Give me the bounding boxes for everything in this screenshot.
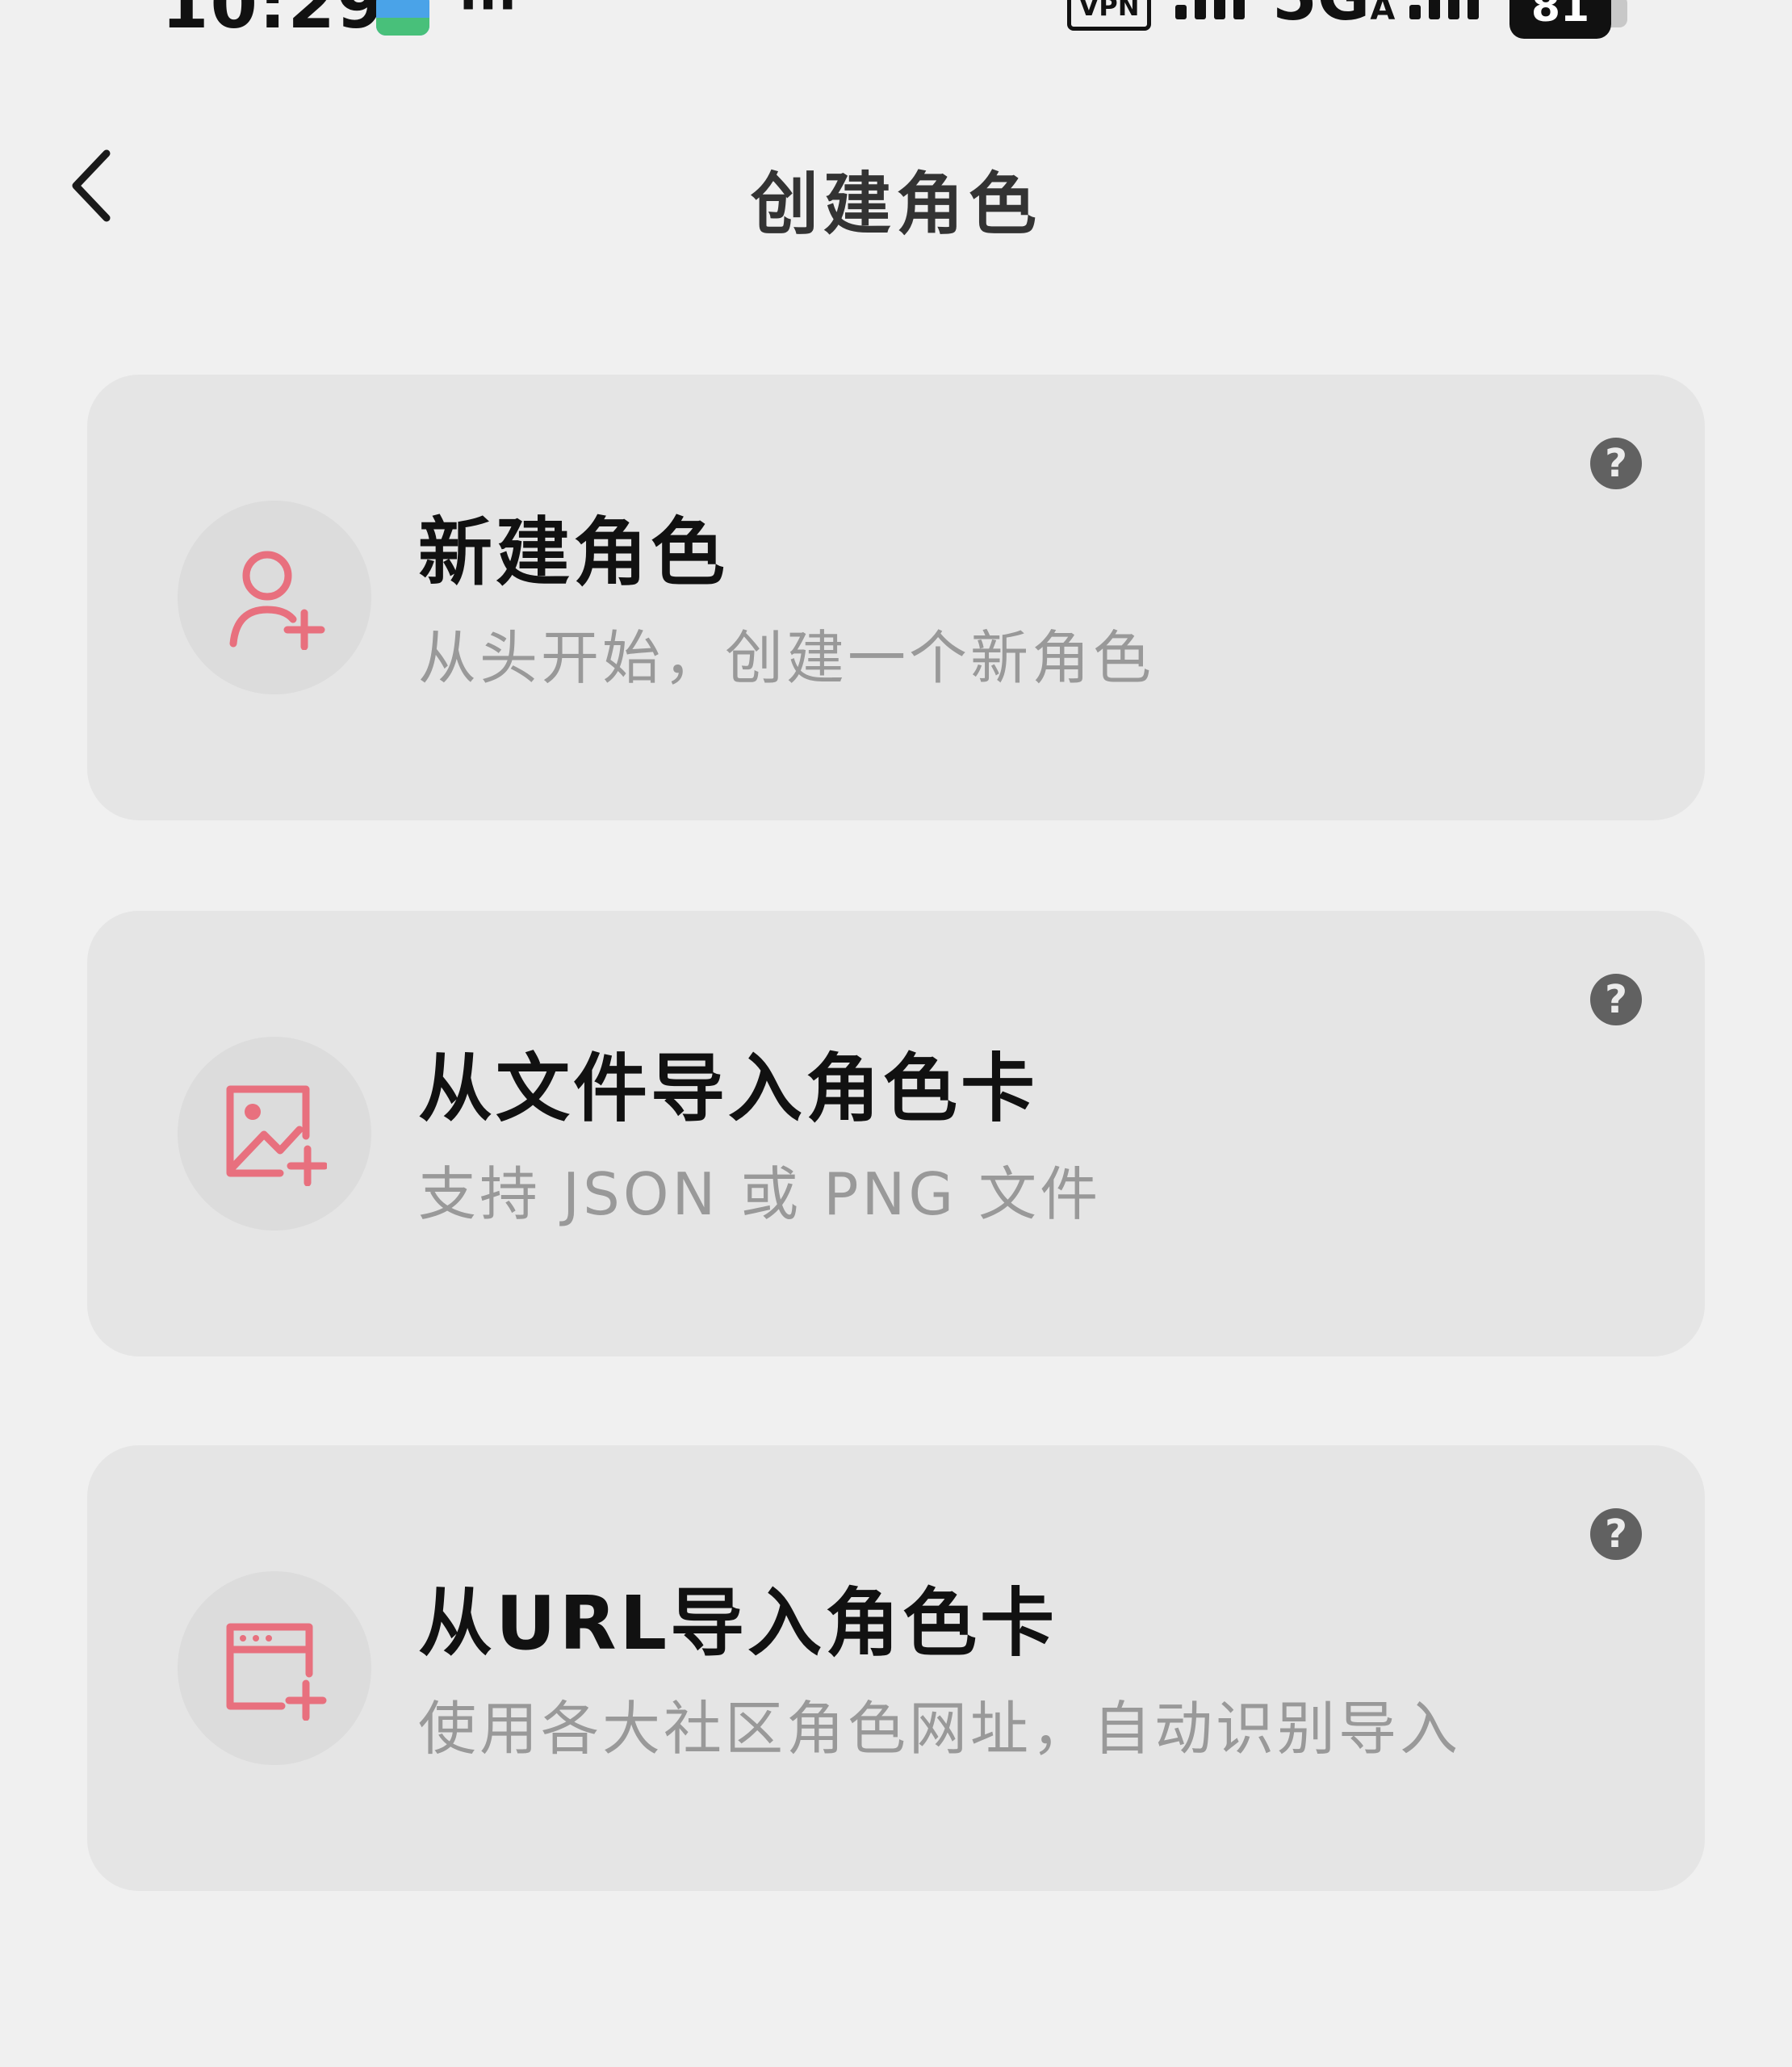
help-icon[interactable]: ?: [1590, 438, 1642, 489]
user-add-icon: [229, 551, 325, 650]
vpn-icon: VPN: [1067, 0, 1151, 31]
status-bar: 10:29 ··· VPN 5GA 81: [0, 0, 1792, 48]
signal-icon-2: [1409, 0, 1490, 36]
battery-tip: [1611, 0, 1627, 27]
create-character-screen: 10:29 ··· VPN 5GA 81 创建角色: [0, 0, 1792, 2067]
icon-circle: [178, 501, 371, 694]
import-url-card[interactable]: 从URL导入角色卡 使用各大社区角色网址，自动识别导入 ?: [87, 1445, 1705, 1891]
status-more-icon: ···: [458, 0, 517, 36]
icon-circle: [178, 1037, 371, 1231]
icon-circle: [178, 1571, 371, 1765]
image-add-icon: [226, 1085, 327, 1186]
status-time: 10:29: [161, 0, 386, 44]
card-title: 从URL导入角色卡: [418, 1580, 1058, 1667]
page-title: 创建角色: [750, 165, 1041, 244]
card-description: 支持 JSON 或 PNG 文件: [418, 1160, 1102, 1228]
signal-icon: [1175, 0, 1256, 36]
battery-icon: 81: [1509, 0, 1611, 39]
card-title: 从文件导入角色卡: [418, 1046, 1039, 1132]
app-notification-icon: [376, 0, 429, 36]
network-type: 5GA: [1272, 0, 1396, 35]
card-description: 从头开始，创建一个新角色: [418, 624, 1155, 692]
browser-add-icon: [226, 1623, 327, 1721]
card-title: 新建角色: [418, 509, 729, 596]
help-icon[interactable]: ?: [1590, 974, 1642, 1025]
help-icon[interactable]: ?: [1590, 1508, 1642, 1560]
import-file-card[interactable]: 从文件导入角色卡 支持 JSON 或 PNG 文件 ?: [87, 911, 1705, 1356]
new-character-card[interactable]: 新建角色 从头开始，创建一个新角色 ?: [87, 375, 1705, 820]
card-description: 使用各大社区角色网址，自动识别导入: [418, 1695, 1462, 1763]
